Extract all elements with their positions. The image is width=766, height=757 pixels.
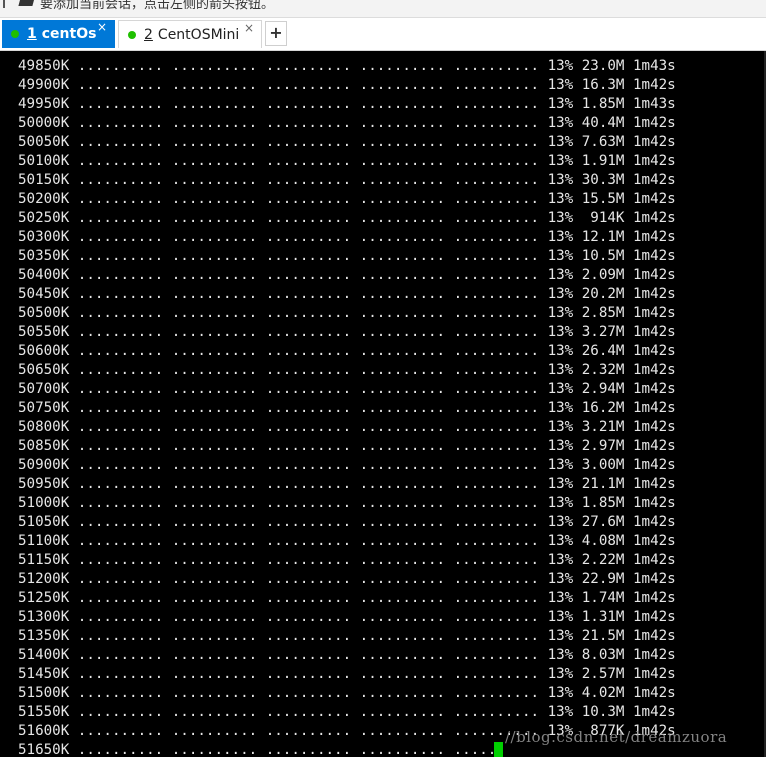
tab-label: centOs xyxy=(41,26,97,42)
terminal-line: 50350K .......... .......... .......... … xyxy=(18,248,676,264)
terminal-line: 51550K .......... .......... .......... … xyxy=(18,704,676,720)
tab-centosmini[interactable]: 2 CentOSMini × xyxy=(118,20,262,48)
add-tab-button[interactable]: + xyxy=(265,21,287,46)
terminal-line: 50650K .......... .......... .......... … xyxy=(18,362,676,378)
terminal-line: 50150K .......... .......... .......... … xyxy=(18,172,676,188)
terminal-line: 51000K .......... .......... .......... … xyxy=(18,495,676,511)
status-dot-icon xyxy=(11,30,19,38)
close-icon[interactable]: × xyxy=(97,21,107,33)
terminal-line: 51100K .......... .......... .......... … xyxy=(18,533,676,549)
terminal-line: 51150K .......... .......... .......... … xyxy=(18,552,676,568)
terminal-line: 50800K .......... .......... .......... … xyxy=(18,419,676,435)
terminal-line: 50900K .......... .......... .......... … xyxy=(18,457,676,473)
terminal-line: 50950K .......... .......... .......... … xyxy=(18,476,676,492)
terminal-line: 50750K .......... .......... .......... … xyxy=(18,400,676,416)
terminal-line: 50100K .......... .......... .......... … xyxy=(18,153,676,169)
terminal-line: 50600K .......... .......... .......... … xyxy=(18,343,676,359)
tab-index: 1 xyxy=(27,26,37,42)
terminal-line: 51650K .......... .......... .......... … xyxy=(18,742,505,757)
terminal-line: 50000K .......... .......... .......... … xyxy=(18,115,676,131)
terminal-line: 51050K .......... .......... .......... … xyxy=(18,514,676,530)
terminal-line: 51450K .......... .......... .......... … xyxy=(18,666,676,682)
terminal-line: 50300K .......... .......... .......... … xyxy=(18,229,676,245)
terminal-line: 50400K .......... .......... .......... … xyxy=(18,267,676,283)
terminal-line: 51500K .......... .......... .......... … xyxy=(18,685,676,701)
terminal-line: 50550K .......... .......... .......... … xyxy=(18,324,676,340)
terminal-line: 50250K .......... .......... .......... … xyxy=(18,210,676,226)
terminal-line: 51400K .......... .......... .......... … xyxy=(18,647,676,663)
arrow-flag-icon[interactable] xyxy=(18,0,36,6)
watermark: //blog.csdn.net/dreamzuora xyxy=(505,728,728,746)
terminal-line: 49950K .......... .......... .......... … xyxy=(18,96,676,112)
session-info-text: 要添加当前会话，点击左侧的箭头按钮。 xyxy=(40,0,275,12)
pin-icon[interactable] xyxy=(3,0,11,8)
terminal-line: 49850K .......... .......... .......... … xyxy=(18,58,676,74)
terminal-line: 50700K .......... .......... .......... … xyxy=(18,381,676,397)
terminal-line: 51350K .......... .......... .......... … xyxy=(18,628,676,644)
terminal-line: 50050K .......... .......... .......... … xyxy=(18,134,676,150)
tab-centos[interactable]: 1 centOs × xyxy=(2,20,115,48)
tab-index: 2 xyxy=(144,26,153,43)
terminal-line: 50850K .......... .......... .......... … xyxy=(18,438,676,454)
close-icon[interactable]: × xyxy=(244,22,254,34)
terminal-line: 50450K .......... .......... .......... … xyxy=(18,286,676,302)
plus-icon: + xyxy=(269,23,283,42)
terminal-line: 50500K .......... .......... .......... … xyxy=(18,305,676,321)
session-info-bar: 要添加当前会话，点击左侧的箭头按钮。 xyxy=(0,0,766,18)
terminal-line: 51250K .......... .......... .......... … xyxy=(18,590,676,606)
terminal-output[interactable]: 49850K .......... .......... .......... … xyxy=(0,51,766,757)
terminal-line: 50200K .......... .......... .......... … xyxy=(18,191,676,207)
terminal-line: 49900K .......... .......... .......... … xyxy=(18,77,676,93)
terminal-line: 51200K .......... .......... .......... … xyxy=(18,571,676,587)
terminal-line: 51300K .......... .......... .......... … xyxy=(18,609,676,625)
terminal-app-window: 要添加当前会话，点击左侧的箭头按钮。 1 centOs × 2 CentOSMi… xyxy=(0,0,766,757)
status-dot-icon xyxy=(128,30,136,39)
session-tab-strip: 1 centOs × 2 CentOSMini × + xyxy=(0,18,766,51)
tab-label: CentOSMini xyxy=(157,26,240,43)
terminal-cursor xyxy=(494,742,503,757)
